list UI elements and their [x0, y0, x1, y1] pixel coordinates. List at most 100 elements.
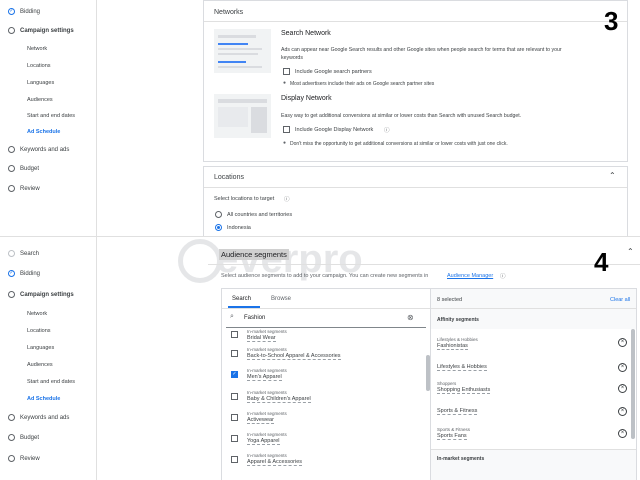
result-checkbox-checked[interactable] — [231, 371, 238, 378]
info-icon: ● — [283, 80, 287, 86]
nav-sub-dates[interactable]: Start and end dates — [27, 379, 75, 385]
sidebar-bottom: Search Bidding Campaign settings Network… — [0, 237, 97, 480]
step-circle-icon — [8, 165, 15, 172]
radio-all-countries[interactable] — [215, 211, 222, 218]
remove-icon[interactable]: × — [618, 363, 627, 372]
selected-parent: Sports & Fitness — [437, 427, 471, 432]
step-circle-icon — [8, 185, 15, 192]
result-name[interactable]: Bridal Wear — [247, 335, 276, 343]
search-network-title: Search Network — [281, 30, 331, 37]
radio-all-countries-label: All countries and territories — [227, 212, 293, 218]
clear-search-icon[interactable]: ⊗ — [407, 313, 414, 322]
remove-icon[interactable]: × — [618, 384, 627, 393]
tabs-divider — [222, 308, 431, 309]
result-name[interactable]: Men's Apparel — [247, 374, 282, 382]
display-network-note: Don't miss the opportunity to get additi… — [290, 141, 508, 147]
remove-icon[interactable]: × — [618, 407, 627, 416]
networks-card: Networks Search Network Ads can appear n… — [203, 0, 628, 162]
result-checkbox[interactable] — [231, 331, 238, 338]
results-list: In-market segments Bridal Wear In-market… — [222, 329, 431, 480]
step-circle-icon — [8, 434, 15, 441]
remove-icon[interactable]: × — [618, 338, 627, 347]
nav-bidding[interactable]: Bidding — [8, 8, 40, 15]
nav-sub-ad-schedule[interactable]: Ad Schedule — [27, 396, 60, 402]
chevron-up-icon[interactable]: ⌃ — [627, 247, 634, 256]
search-underline — [226, 327, 426, 328]
display-network-title: Display Network — [281, 95, 332, 102]
result-name[interactable]: Activewear — [247, 417, 274, 425]
selected-name: Shopping Enthusiasts — [437, 387, 491, 395]
tab-search[interactable]: Search — [232, 296, 251, 302]
watermark: everpro — [178, 237, 378, 287]
nav-campaign-settings[interactable]: Campaign settings — [8, 291, 74, 298]
result-name[interactable]: Apparel & Accessories — [247, 459, 303, 467]
nav-search[interactable]: Search — [8, 250, 39, 257]
search-network-illustration — [214, 29, 271, 73]
nav-keywords[interactable]: Keywords and ads — [8, 146, 69, 153]
result-checkbox[interactable] — [231, 435, 238, 442]
result-checkbox[interactable] — [231, 414, 238, 421]
selected-panel: 8 selected Clear all Affinity segments L… — [430, 288, 637, 480]
nav-sub-dates[interactable]: Start and end dates — [27, 113, 75, 119]
selected-scrollbar[interactable] — [631, 329, 635, 439]
nav-sub-network[interactable]: Network — [27, 46, 47, 52]
search-network-desc-2: keywords — [281, 55, 303, 61]
nav-sub-audiences[interactable]: Audiences — [27, 97, 53, 103]
result-type: In-market segments — [247, 453, 287, 458]
nav-sub-locations[interactable]: Locations — [27, 328, 51, 334]
networks-divider — [204, 21, 627, 22]
audience-desc: Select audience segments to add to your … — [221, 273, 429, 279]
nav-sub-locations[interactable]: Locations — [27, 63, 51, 69]
help-icon[interactable]: ⓘ — [500, 272, 506, 280]
locations-title: Locations — [214, 174, 244, 181]
radio-indonesia[interactable] — [215, 224, 222, 231]
step-circle-icon — [8, 291, 15, 298]
search-partners-note: Most advertisers include their ads on Go… — [290, 81, 435, 87]
clear-all-link[interactable]: Clear all — [610, 297, 630, 303]
result-name[interactable]: Yoga Apparel — [247, 438, 280, 446]
selected-name: Lifestyles & Hobbies — [437, 364, 487, 372]
step-circle-icon — [8, 414, 15, 421]
remove-icon[interactable]: × — [618, 429, 627, 438]
result-type: In-market segments — [247, 347, 287, 352]
result-checkbox[interactable] — [231, 350, 238, 357]
audience-search-input[interactable]: Fashion — [244, 315, 265, 321]
nav-sub-network[interactable]: Network — [27, 311, 47, 317]
tab-browse[interactable]: Browse — [271, 296, 291, 302]
result-name[interactable]: Back-to-School Apparel & Accessories — [247, 353, 341, 361]
selected-list: Lifestyles & Hobbies Fashionistas × Life… — [431, 329, 636, 449]
selected-header-divider — [431, 308, 636, 309]
selected-count: 8 selected — [437, 297, 463, 303]
step-circle-icon — [8, 250, 15, 257]
result-checkbox[interactable] — [231, 456, 238, 463]
step-circle-icon — [8, 455, 15, 462]
selected-name: Sports Fans — [437, 433, 467, 441]
help-icon[interactable]: ⓘ — [284, 195, 290, 203]
nav-campaign-settings[interactable]: Campaign settings — [8, 27, 74, 34]
display-network-checkbox[interactable] — [283, 126, 290, 133]
radio-indonesia-label: Indonesia — [227, 225, 251, 231]
sidebar-top: Bidding Campaign settings Network Locati… — [0, 0, 97, 236]
nav-keywords[interactable]: Keywords and ads — [8, 414, 69, 421]
locations-card: Locations ⌃ Select locations to target ⓘ… — [203, 166, 628, 236]
search-partners-checkbox[interactable] — [283, 68, 290, 75]
nav-sub-languages[interactable]: Languages — [27, 345, 54, 351]
audience-manager-link[interactable]: Audience Manager — [447, 273, 493, 279]
info-icon: ● — [283, 140, 287, 146]
inmarket-header: In-market segments — [437, 456, 485, 462]
nav-sub-ad-schedule[interactable]: Ad Schedule — [27, 129, 60, 135]
search-partners-label: Include Google search partners — [295, 69, 372, 75]
nav-review[interactable]: Review — [8, 455, 40, 462]
chevron-up-icon[interactable]: ⌃ — [609, 171, 616, 180]
nav-review[interactable]: Review — [8, 185, 40, 192]
help-icon[interactable]: ⓘ — [384, 126, 390, 134]
bottom-screenshot: Search Bidding Campaign settings Network… — [0, 236, 640, 480]
audience-search-panel: Search Browse ⌕ Fashion ⊗ In-market segm… — [221, 288, 431, 480]
nav-sub-audiences[interactable]: Audiences — [27, 362, 53, 368]
nav-budget[interactable]: Budget — [8, 165, 39, 172]
nav-budget[interactable]: Budget — [8, 434, 39, 441]
result-name[interactable]: Baby & Children's Apparel — [247, 396, 311, 404]
result-checkbox[interactable] — [231, 393, 238, 400]
nav-bidding[interactable]: Bidding — [8, 270, 40, 277]
nav-sub-languages[interactable]: Languages — [27, 80, 54, 86]
